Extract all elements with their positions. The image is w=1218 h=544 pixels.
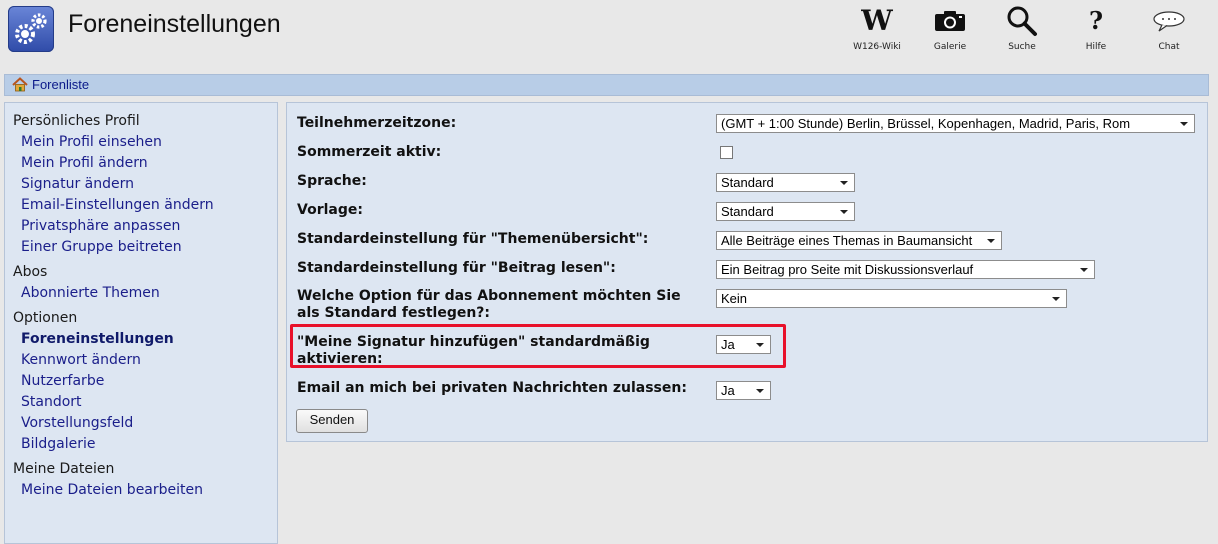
chevron-down-icon <box>1080 268 1088 272</box>
sidebar-item-profil-aendern[interactable]: Mein Profil ändern <box>21 154 148 172</box>
sidebar-item-privatsphaere[interactable]: Privatsphäre anpassen <box>21 217 180 235</box>
read-post-select-value: Ein Beitrag pro Seite mit Diskussionsver… <box>721 262 974 277</box>
nav-suche[interactable]: Suche <box>987 4 1057 52</box>
signature-default-label: "Meine Signatur hinzufügen" standardmäßi… <box>297 334 650 368</box>
subscription-label-line-1: Welche Option für das Abonnement möchten… <box>297 288 681 304</box>
chevron-down-icon <box>1180 122 1188 126</box>
chevron-down-icon <box>987 239 995 243</box>
wiki-icon: W <box>861 4 893 37</box>
sidebar-item-email-einstellungen[interactable]: Email-Einstellungen ändern <box>21 196 214 214</box>
sidebar-item-profil-einsehen[interactable]: Mein Profil einsehen <box>21 133 162 151</box>
nav-wiki-label: W126-Wiki <box>853 42 901 52</box>
sidebar-item-abonnierte-themen[interactable]: Abonnierte Themen <box>21 284 160 302</box>
sidebar: Persönliches Profil Mein Profil einsehen… <box>4 102 278 544</box>
chevron-down-icon <box>840 181 848 185</box>
page-title: Foreneinstellungen <box>68 10 281 38</box>
nav-chat[interactable]: Chat <box>1134 4 1204 52</box>
topic-overview-select[interactable]: Alle Beiträge eines Themas in Baumansich… <box>716 231 1002 250</box>
sidebar-item-vorstellungsfeld[interactable]: Vorstellungsfeld <box>21 414 133 432</box>
subscription-select[interactable]: Kein <box>716 289 1067 308</box>
sidebar-heading-profil: Persönliches Profil <box>13 113 140 129</box>
nav-hilfe-label: Hilfe <box>1085 42 1107 52</box>
sidebar-item-kennwort[interactable]: Kennwort ändern <box>21 351 141 369</box>
chevron-down-icon <box>840 210 848 214</box>
read-post-label: Standardeinstellung für "Beitrag lesen": <box>297 260 616 276</box>
breadcrumb-forenliste[interactable]: Forenliste <box>32 77 89 92</box>
sidebar-heading-abos: Abos <box>13 264 48 280</box>
sidebar-item-standort[interactable]: Standort <box>21 393 82 411</box>
chat-icon <box>1153 11 1185 32</box>
dst-checkbox[interactable] <box>720 146 733 159</box>
template-label: Vorlage: <box>297 202 363 218</box>
subscription-select-value: Kein <box>721 291 748 306</box>
gears-icon <box>8 6 54 52</box>
subscription-label-line-2: als Standard festlegen?: <box>297 305 491 321</box>
sidebar-item-nutzerfarbe[interactable]: Nutzerfarbe <box>21 372 104 390</box>
signature-default-select-value: Ja <box>721 337 735 352</box>
help-icon: ? <box>1088 6 1104 35</box>
breadcrumb: Forenliste <box>4 74 1209 96</box>
topic-overview-select-value: Alle Beiträge eines Themas in Baumansich… <box>721 233 973 248</box>
nav-galerie[interactable]: Galerie <box>915 4 985 52</box>
search-icon <box>1007 6 1037 36</box>
settings-form: Teilnehmerzeitzone: (GMT + 1:00 Stunde) … <box>286 102 1208 442</box>
chevron-down-icon <box>1052 297 1060 301</box>
signature-default-select[interactable]: Ja <box>716 335 771 354</box>
home-icon <box>12 77 28 92</box>
timezone-select[interactable]: (GMT + 1:00 Stunde) Berlin, Brüssel, Kop… <box>716 114 1195 133</box>
timezone-select-value: (GMT + 1:00 Stunde) Berlin, Brüssel, Kop… <box>721 116 1131 131</box>
template-select-value: Standard <box>721 204 774 219</box>
nav-suche-label: Suche <box>1008 42 1036 52</box>
chevron-down-icon <box>756 343 764 347</box>
header: Foreneinstellungen W W126-Wiki Galerie S… <box>0 0 1218 70</box>
sidebar-item-dateien-bearbeiten[interactable]: Meine Dateien bearbeiten <box>21 481 203 499</box>
subscription-label: Welche Option für das Abonnement möchten… <box>297 288 681 322</box>
read-post-select[interactable]: Ein Beitrag pro Seite mit Diskussionsver… <box>716 260 1095 279</box>
camera-icon <box>935 11 965 31</box>
sidebar-heading-optionen: Optionen <box>13 310 78 326</box>
language-select[interactable]: Standard <box>716 173 855 192</box>
private-message-email-select[interactable]: Ja <box>716 381 771 400</box>
submit-button[interactable]: Senden <box>296 409 368 433</box>
chevron-down-icon <box>756 389 764 393</box>
signature-default-label-line-2: aktivieren: <box>297 351 383 367</box>
topic-overview-label: Standardeinstellung für "Themenübersicht… <box>297 231 649 247</box>
sidebar-item-bildgalerie[interactable]: Bildgalerie <box>21 435 96 453</box>
nav-hilfe[interactable]: ? Hilfe <box>1061 4 1131 52</box>
sidebar-heading-dateien: Meine Dateien <box>13 461 115 477</box>
template-select[interactable]: Standard <box>716 202 855 221</box>
private-message-email-label: Email an mich bei privaten Nachrichten z… <box>297 380 687 396</box>
timezone-label: Teilnehmerzeitzone: <box>297 115 457 131</box>
sidebar-item-gruppe[interactable]: Einer Gruppe beitreten <box>21 238 182 256</box>
dst-label: Sommerzeit aktiv: <box>297 144 442 160</box>
private-message-email-select-value: Ja <box>721 383 735 398</box>
language-label: Sprache: <box>297 173 367 189</box>
language-select-value: Standard <box>721 175 774 190</box>
sidebar-item-foreneinstellungen[interactable]: Foreneinstellungen <box>21 330 174 348</box>
nav-galerie-label: Galerie <box>933 42 967 52</box>
sidebar-item-signatur[interactable]: Signatur ändern <box>21 175 134 193</box>
nav-chat-label: Chat <box>1158 42 1180 52</box>
nav-wiki[interactable]: W W126-Wiki <box>842 4 912 53</box>
signature-default-label-line-1: "Meine Signatur hinzufügen" standardmäßi… <box>297 334 650 350</box>
